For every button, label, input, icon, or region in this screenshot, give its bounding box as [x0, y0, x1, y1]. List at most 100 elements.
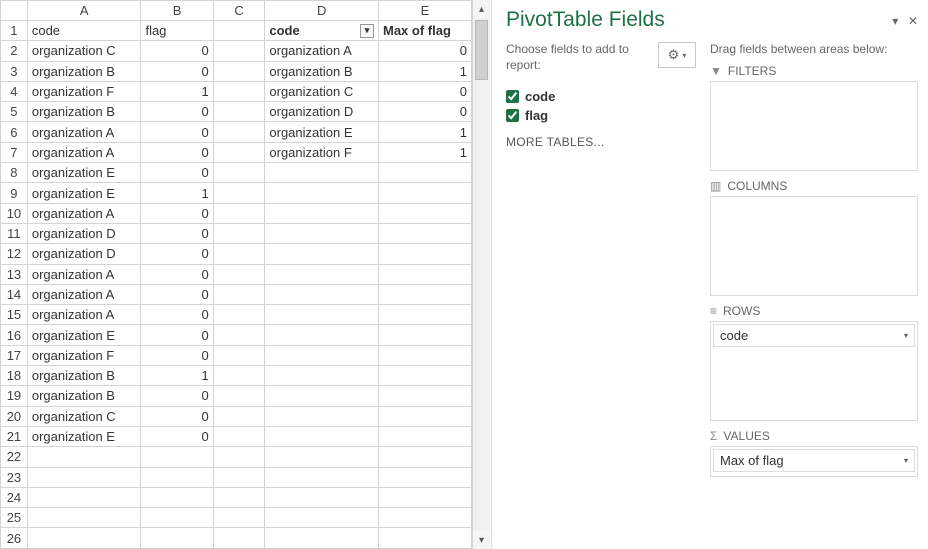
cell[interactable]: organization B [265, 61, 379, 81]
cell[interactable]: 0 [141, 223, 213, 243]
cell[interactable] [213, 406, 265, 426]
pivot-row-dropdown[interactable]: ▾ [360, 24, 374, 38]
values-drop-area[interactable]: Max of flag▾ [710, 446, 918, 477]
cell[interactable] [265, 467, 379, 487]
cell[interactable] [213, 447, 265, 467]
cell[interactable]: organization B [27, 366, 141, 386]
close-icon[interactable]: ✕ [908, 14, 918, 28]
cell[interactable] [213, 122, 265, 142]
cell[interactable] [379, 386, 472, 406]
cell[interactable]: organization A [27, 142, 141, 162]
cell[interactable]: 0 [379, 81, 472, 101]
scroll-down-arrow[interactable]: ▾ [473, 531, 490, 549]
cell[interactable] [379, 447, 472, 467]
cell[interactable]: 0 [141, 284, 213, 304]
area-field[interactable]: Max of flag▾ [713, 449, 915, 472]
cell[interactable]: flag [141, 21, 213, 41]
cell[interactable] [379, 305, 472, 325]
rows-drop-area[interactable]: code▾ [710, 321, 918, 421]
row-header[interactable]: 22 [1, 447, 28, 467]
cell[interactable] [379, 264, 472, 284]
cell[interactable] [379, 163, 472, 183]
cell[interactable] [379, 366, 472, 386]
cell[interactable] [213, 508, 265, 528]
cell[interactable]: organization C [265, 81, 379, 101]
row-header[interactable]: 26 [1, 528, 28, 549]
col-header-D[interactable]: D [265, 1, 379, 21]
row-header[interactable]: 3 [1, 61, 28, 81]
row-header[interactable]: 19 [1, 386, 28, 406]
cell[interactable] [379, 467, 472, 487]
row-header[interactable]: 18 [1, 366, 28, 386]
cell[interactable] [265, 305, 379, 325]
cell[interactable]: 0 [141, 406, 213, 426]
cell[interactable] [27, 467, 141, 487]
cell[interactable] [379, 244, 472, 264]
row-header[interactable]: 11 [1, 223, 28, 243]
cell[interactable] [379, 508, 472, 528]
cell[interactable] [379, 487, 472, 507]
cell[interactable] [379, 528, 472, 549]
row-header[interactable]: 10 [1, 203, 28, 223]
scroll-up-arrow[interactable]: ▴ [473, 0, 490, 18]
cell[interactable] [265, 244, 379, 264]
row-header[interactable]: 9 [1, 183, 28, 203]
row-header[interactable]: 4 [1, 81, 28, 101]
cell[interactable]: organization A [27, 305, 141, 325]
cell[interactable]: 1 [379, 122, 472, 142]
row-header[interactable]: 14 [1, 284, 28, 304]
cell[interactable]: organization E [27, 183, 141, 203]
cell[interactable]: 0 [141, 264, 213, 284]
spreadsheet-grid[interactable]: A B C D E 1codeflagcode▾Max of flag2orga… [0, 0, 472, 549]
row-header[interactable]: 21 [1, 426, 28, 446]
chevron-down-icon[interactable]: ▾ [904, 331, 908, 340]
row-header[interactable]: 25 [1, 508, 28, 528]
cell[interactable]: organization E [27, 325, 141, 345]
cell[interactable]: 0 [141, 244, 213, 264]
cell[interactable]: 0 [141, 325, 213, 345]
cell[interactable]: 0 [141, 122, 213, 142]
cell[interactable] [265, 366, 379, 386]
cell[interactable]: organization B [27, 386, 141, 406]
row-header[interactable]: 8 [1, 163, 28, 183]
more-tables-link[interactable]: MORE TABLES... [506, 135, 696, 149]
cell[interactable] [213, 467, 265, 487]
cell[interactable]: 0 [141, 142, 213, 162]
cell[interactable] [265, 325, 379, 345]
cell[interactable]: 0 [141, 426, 213, 446]
cell[interactable] [27, 508, 141, 528]
cell[interactable] [213, 345, 265, 365]
cell[interactable]: organization E [27, 163, 141, 183]
cell[interactable] [141, 487, 213, 507]
cell[interactable]: organization A [27, 284, 141, 304]
cell[interactable] [213, 386, 265, 406]
cell[interactable]: organization E [265, 122, 379, 142]
row-header[interactable]: 24 [1, 487, 28, 507]
cell[interactable] [213, 203, 265, 223]
filters-drop-area[interactable] [710, 81, 918, 171]
tools-button[interactable]: ⚙ ▾ [658, 42, 696, 68]
cell[interactable]: 0 [141, 305, 213, 325]
cell[interactable]: 1 [141, 366, 213, 386]
cell[interactable] [265, 426, 379, 446]
cell[interactable] [213, 61, 265, 81]
col-header-E[interactable]: E [379, 1, 472, 21]
cell[interactable] [379, 325, 472, 345]
task-pane-options-icon[interactable]: ▾ [892, 14, 898, 28]
row-header[interactable]: 20 [1, 406, 28, 426]
cell[interactable] [265, 487, 379, 507]
field-item-code[interactable]: code [506, 87, 696, 106]
cell[interactable] [265, 447, 379, 467]
pivot-header-code[interactable]: code▾ [265, 21, 379, 41]
pivot-header-value[interactable]: Max of flag [379, 21, 472, 41]
cell[interactable] [213, 426, 265, 446]
cell[interactable]: 0 [379, 41, 472, 61]
cell[interactable] [213, 305, 265, 325]
cell[interactable] [379, 203, 472, 223]
cell[interactable]: organization A [27, 122, 141, 142]
cell[interactable]: organization D [265, 102, 379, 122]
cell[interactable]: 0 [141, 61, 213, 81]
row-header[interactable]: 6 [1, 122, 28, 142]
row-header[interactable]: 13 [1, 264, 28, 284]
cell[interactable] [265, 508, 379, 528]
